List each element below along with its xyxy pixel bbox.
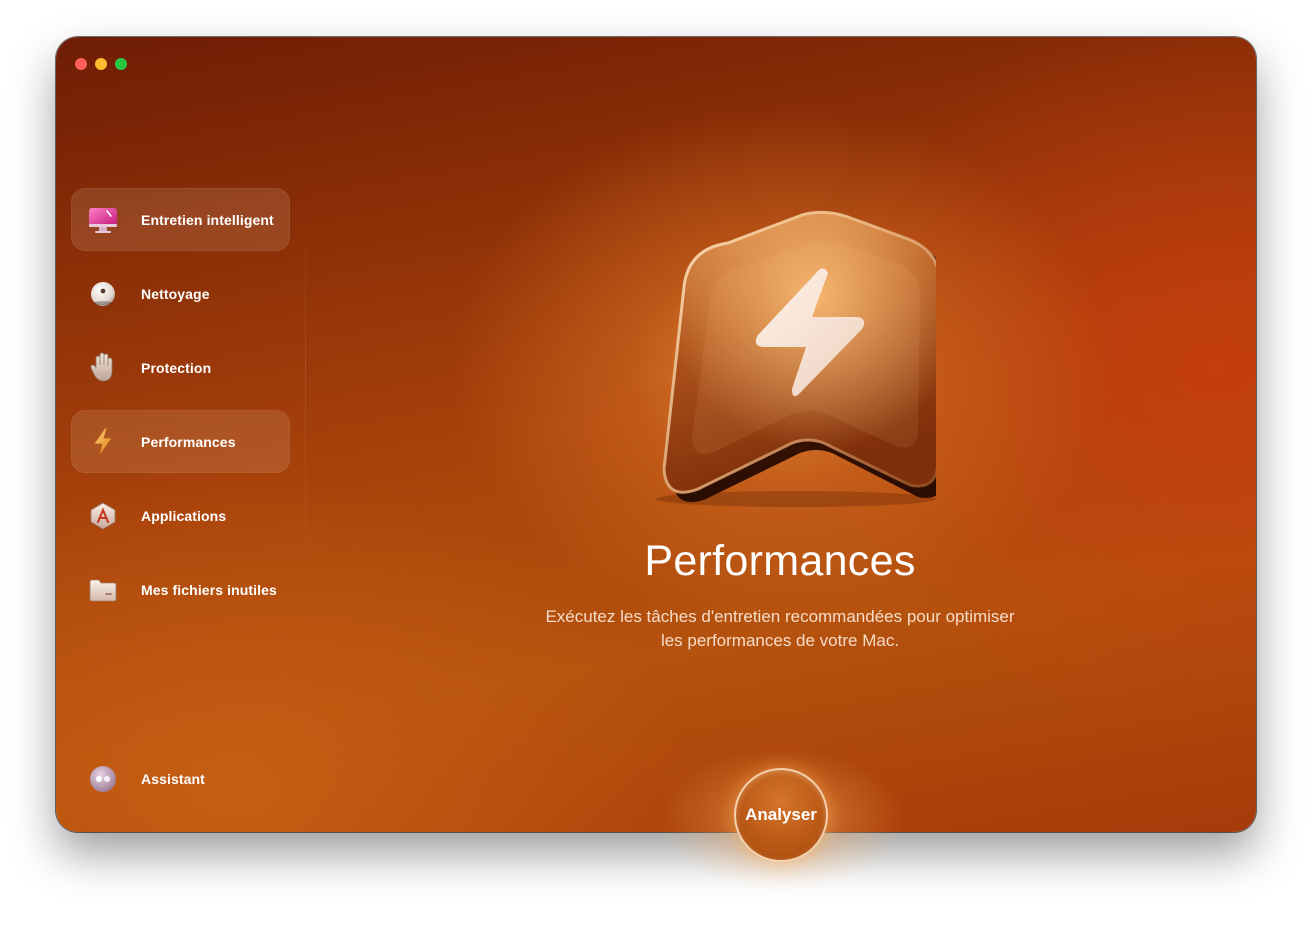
minimize-window-button[interactable] [95, 58, 107, 70]
page: Entretien intelligent Nettoyage Protecti… [0, 0, 1312, 944]
sidebar-item-applications[interactable]: Applications [71, 484, 290, 547]
sidebar-item-protection[interactable]: Protection [71, 336, 290, 399]
lightning-icon [87, 426, 119, 458]
page-description: Exécutez les tâches d'entretien recomman… [430, 605, 1130, 653]
close-window-button[interactable] [75, 58, 87, 70]
description-line-1: Exécutez les tâches d'entretien recomman… [545, 607, 1015, 626]
sidebar-item-performance[interactable]: Performances [71, 410, 290, 473]
sidebar-item-label: Nettoyage [141, 285, 210, 302]
sidebar-item-label: Protection [141, 359, 212, 376]
performance-lightning-icon [596, 207, 948, 507]
sidebar-item-label: Applications [141, 507, 227, 524]
sidebar-item-assistant[interactable]: Assistant [71, 747, 290, 810]
cleaning-disc-icon [87, 278, 119, 310]
description-line-2: les performances de votre Mac. [660, 631, 900, 650]
applications-icon [87, 500, 119, 532]
sidebar-item-cleanup[interactable]: Nettoyage [71, 262, 290, 325]
page-title: Performances [644, 537, 916, 585]
monitor-icon [87, 204, 119, 236]
folder-icon [87, 574, 119, 606]
sidebar-item-label: Assistant [141, 770, 205, 787]
hand-icon [87, 352, 119, 384]
maximize-window-button[interactable] [115, 58, 127, 70]
app-window: Entretien intelligent Nettoyage Protecti… [56, 37, 1256, 832]
sidebar-item-label: Entretien intelligent [141, 211, 274, 228]
sidebar-item-smart-care[interactable]: Entretien intelligent [71, 188, 290, 251]
sidebar-divider [305, 197, 306, 617]
sidebar-item-clutter[interactable]: Mes fichiers inutiles [71, 558, 290, 621]
scan-button[interactable]: Analyser [734, 768, 828, 862]
sidebar-item-label: Performances [141, 433, 236, 450]
assistant-icon [87, 763, 119, 795]
window-controls [75, 58, 127, 70]
sidebar-item-label: Mes fichiers inutiles [141, 581, 277, 598]
